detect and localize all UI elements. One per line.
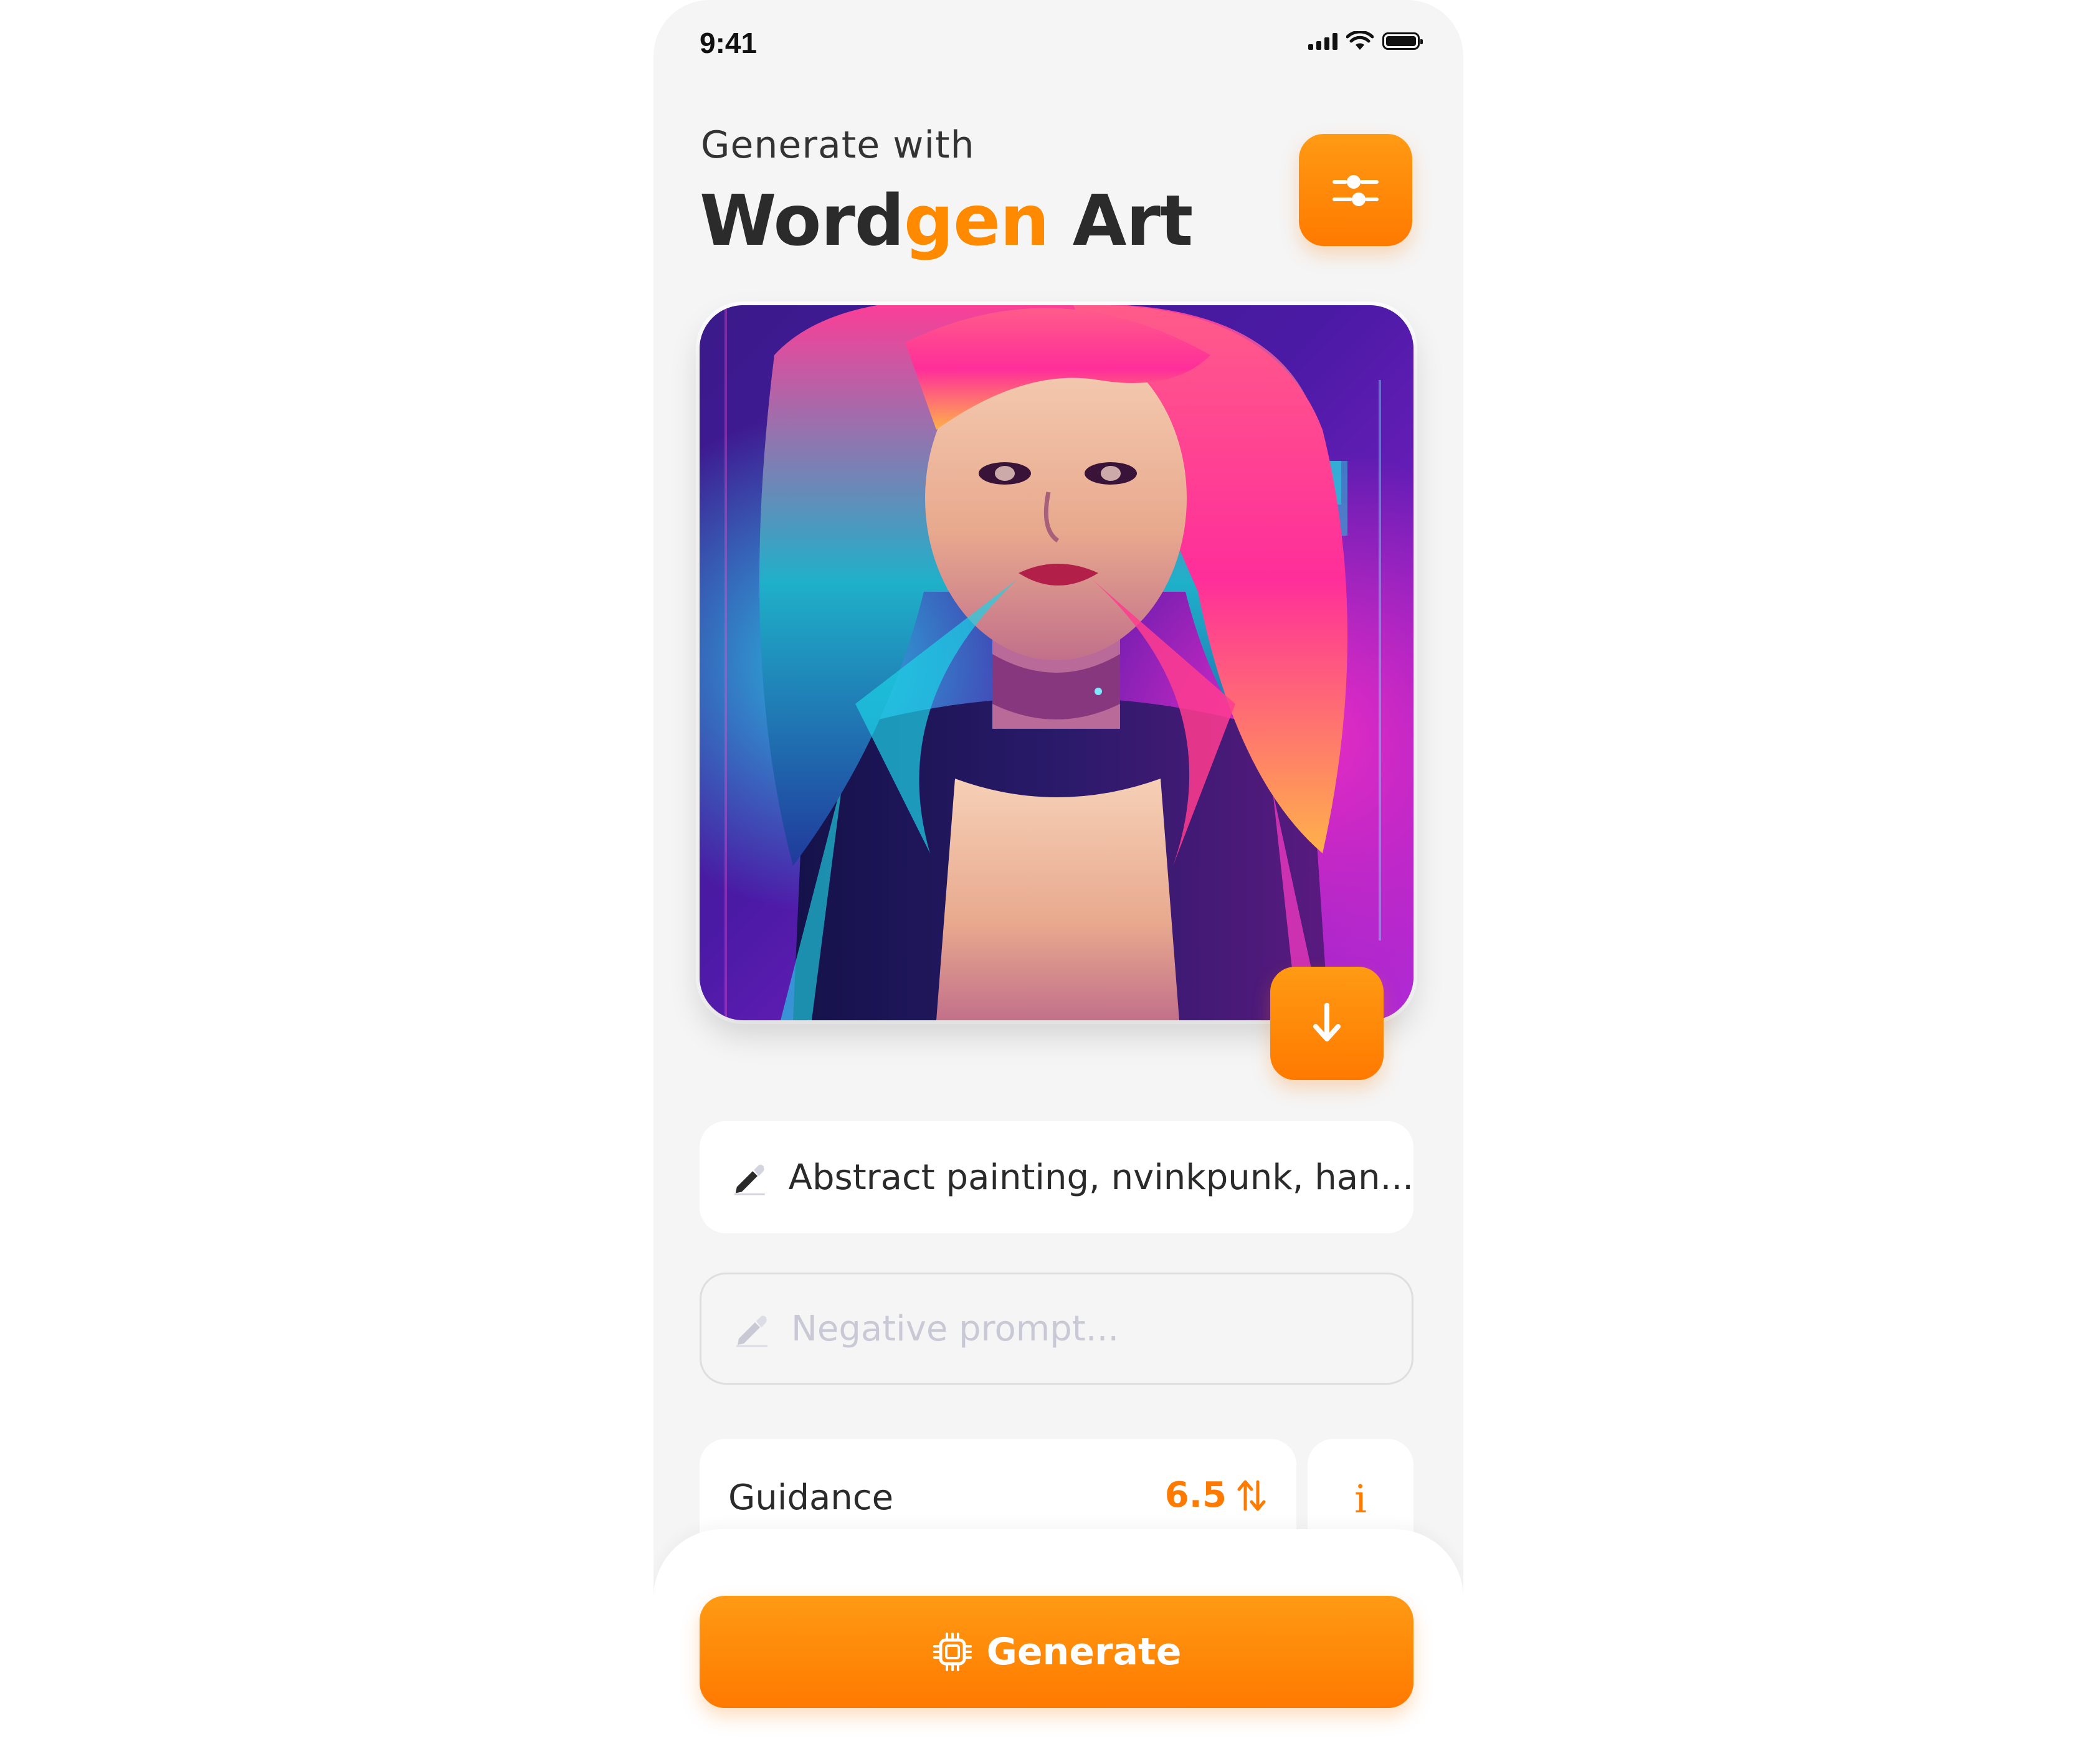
header-subtitle: Generate with — [701, 123, 975, 167]
negative-prompt-field[interactable] — [700, 1273, 1413, 1385]
pen-icon — [736, 1316, 767, 1347]
title-word: Word — [700, 181, 905, 262]
guidance-value-control[interactable]: 6.5 — [1165, 1475, 1266, 1515]
generate-button[interactable]: Generate — [700, 1596, 1413, 1708]
title-art: Art — [1048, 181, 1193, 262]
wifi-icon — [1346, 31, 1374, 50]
generate-label: Generate — [986, 1630, 1182, 1674]
chip-icon — [933, 1633, 972, 1671]
pen-icon — [734, 1164, 765, 1195]
sliders-icon — [1333, 175, 1379, 206]
title-accent: gen — [903, 181, 1050, 262]
status-time: 9:41 — [700, 27, 758, 59]
status-bar: 9:41 — [653, 0, 1463, 87]
guidance-value: 6.5 — [1164, 1475, 1227, 1515]
battery-icon — [1382, 32, 1423, 50]
prompt-text: Abstract painting, nvinkpunk, han... — [788, 1157, 1413, 1198]
status-icons — [1308, 31, 1423, 51]
page-title: Wordgen Art — [700, 181, 1193, 262]
prompt-field[interactable]: Abstract painting, nvinkpunk, han... — [700, 1121, 1413, 1233]
guidance-label: Guidance — [728, 1477, 894, 1518]
artwork-illustration — [700, 305, 1413, 1020]
download-button[interactable] — [1270, 967, 1384, 1080]
negative-prompt-input[interactable] — [791, 1308, 1352, 1349]
generated-artwork — [700, 305, 1413, 1020]
up-down-arrows-icon — [1237, 1480, 1266, 1510]
settings-button[interactable] — [1299, 134, 1412, 246]
cellular-signal-icon — [1308, 32, 1337, 50]
info-icon: i — [1354, 1476, 1367, 1522]
phone-screen: 9:41 Generate with Wordgen Art Abstract … — [653, 0, 1463, 1764]
arrow-down-icon — [1313, 1003, 1341, 1041]
